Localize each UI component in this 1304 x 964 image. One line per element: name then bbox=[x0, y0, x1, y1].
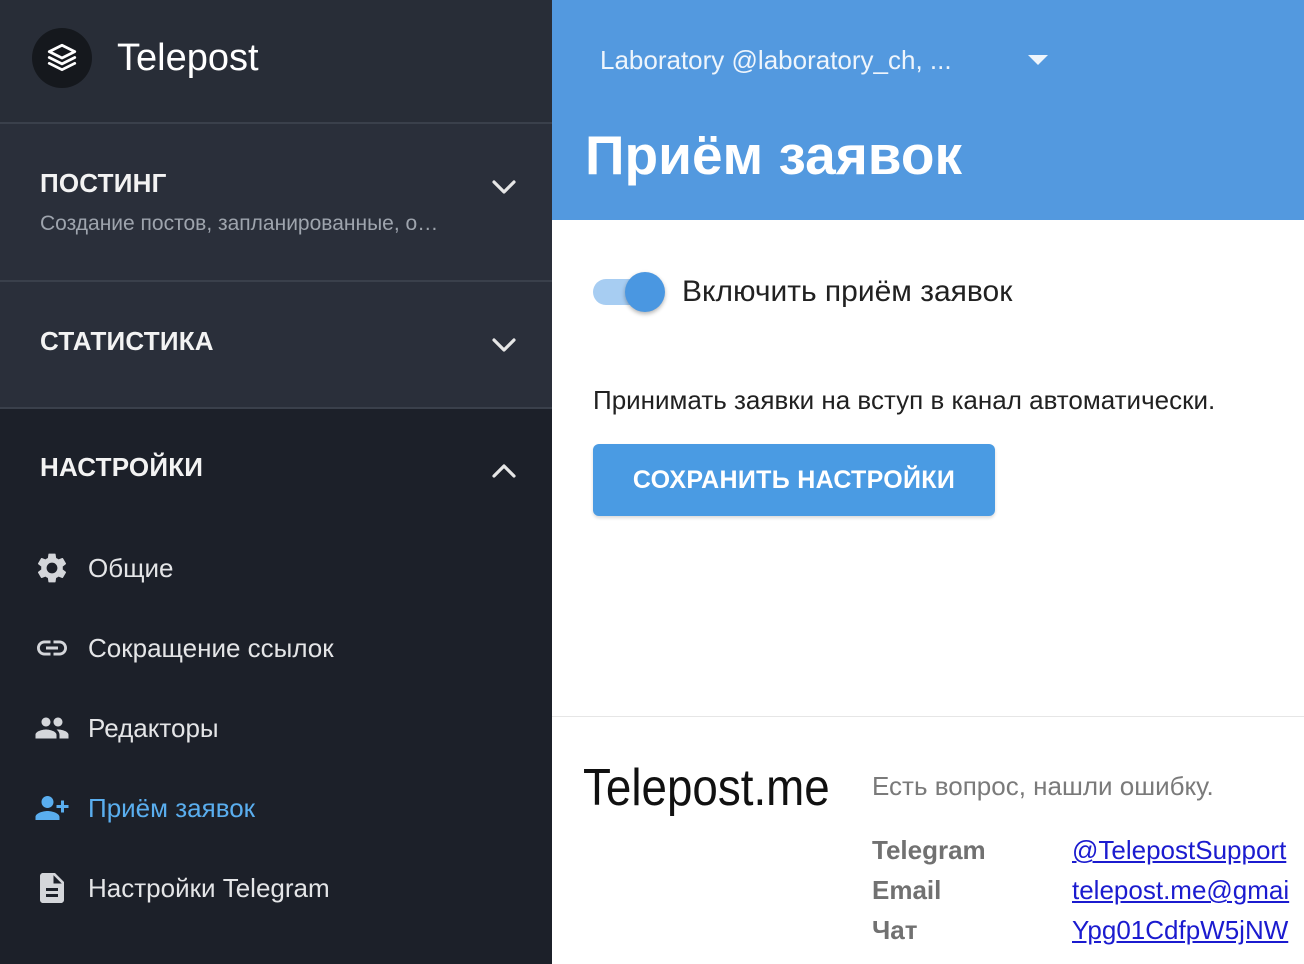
footer-question: Есть вопрос, нашли ошибку. bbox=[872, 771, 1214, 801]
layers-logo-icon[interactable] bbox=[32, 28, 92, 88]
contact-label: Email bbox=[872, 875, 942, 905]
contact-label: Чат bbox=[872, 915, 918, 945]
sidebar-header: Telepost bbox=[0, 0, 552, 124]
page-header: Laboratory @laboratory_ch, ... Приём зая… bbox=[552, 0, 1304, 220]
footer-divider bbox=[552, 716, 1304, 717]
sidebar-item-label: Сокращение ссылок bbox=[88, 633, 334, 663]
section-title-settings[interactable]: НАСТРОЙКИ bbox=[40, 451, 203, 483]
sidebar-item-editors[interactable]: Редакторы bbox=[0, 688, 552, 768]
sidebar-item-telegram-settings[interactable]: Настройки Telegram bbox=[0, 848, 552, 928]
link-icon bbox=[34, 630, 70, 666]
sidebar-section-settings: НАСТРОЙКИ Общие Сокращение ссылок Редакт… bbox=[0, 409, 552, 964]
sidebar-section-posting[interactable]: ПОСТИНГ Создание постов, запланированные… bbox=[0, 124, 552, 282]
sidebar-section-stats[interactable]: СТАТИСТИКА bbox=[0, 282, 552, 409]
telegram-link[interactable]: @TelepostSupport bbox=[1072, 830, 1286, 870]
person-add-icon bbox=[34, 790, 70, 826]
sidebar: Telepost ПОСТИНГ Создание постов, заплан… bbox=[0, 0, 552, 964]
sidebar-item-label: Приём заявок bbox=[88, 793, 256, 823]
channel-name: Laboratory @laboratory_ch, ... bbox=[600, 45, 952, 75]
footer-logo: Telepost.me bbox=[583, 759, 830, 817]
chevron-down-icon bbox=[492, 180, 516, 194]
caret-down-icon bbox=[1028, 55, 1048, 65]
sidebar-item-label: Редакторы bbox=[88, 713, 219, 743]
sidebar-item-label: Общие bbox=[88, 553, 174, 583]
section-title-posting: ПОСТИНГ bbox=[40, 168, 167, 198]
section-title-stats: СТАТИСТИКА bbox=[40, 326, 214, 356]
document-icon bbox=[34, 870, 70, 906]
chevron-down-icon bbox=[492, 338, 516, 352]
save-settings-button[interactable]: СОХРАНИТЬ НАСТРОЙКИ bbox=[593, 444, 995, 516]
app-name[interactable]: Telepost bbox=[117, 36, 259, 80]
channel-selector[interactable]: Laboratory @laboratory_ch, ... bbox=[600, 40, 1060, 80]
enable-join-requests-toggle[interactable] bbox=[593, 270, 669, 314]
sidebar-item-general[interactable]: Общие bbox=[0, 528, 552, 608]
contact-row: Email telepost.me@gmai bbox=[872, 870, 1304, 910]
page-title: Приём заявок bbox=[585, 124, 962, 186]
settings-menu: Общие Сокращение ссылок Редакторы Приём … bbox=[0, 528, 552, 928]
contact-label: Telegram bbox=[872, 835, 986, 865]
sidebar-item-link-shortening[interactable]: Сокращение ссылок bbox=[0, 608, 552, 688]
description-text: Принимать заявки на вступ в канал автома… bbox=[593, 385, 1216, 415]
sidebar-item-join-requests[interactable]: Приём заявок bbox=[0, 768, 552, 848]
toggle-knob bbox=[625, 272, 665, 312]
main-content: Laboratory @laboratory_ch, ... Приём зая… bbox=[552, 0, 1304, 964]
chevron-up-icon[interactable] bbox=[491, 463, 517, 479]
sidebar-item-label: Настройки Telegram bbox=[88, 873, 330, 903]
layers-icon bbox=[47, 43, 77, 72]
section-subtitle-posting: Создание постов, запланированные, о… bbox=[40, 212, 439, 235]
gear-icon bbox=[34, 550, 70, 586]
email-link[interactable]: telepost.me@gmai bbox=[1072, 870, 1289, 910]
contact-row: Чат Ypg01CdfpW5jNW bbox=[872, 910, 1304, 950]
chat-link[interactable]: Ypg01CdfpW5jNW bbox=[1072, 910, 1288, 950]
contact-row: Telegram @TelepostSupport bbox=[872, 830, 1304, 870]
people-icon bbox=[34, 710, 70, 746]
toggle-label[interactable]: Включить приём заявок bbox=[682, 274, 1012, 310]
